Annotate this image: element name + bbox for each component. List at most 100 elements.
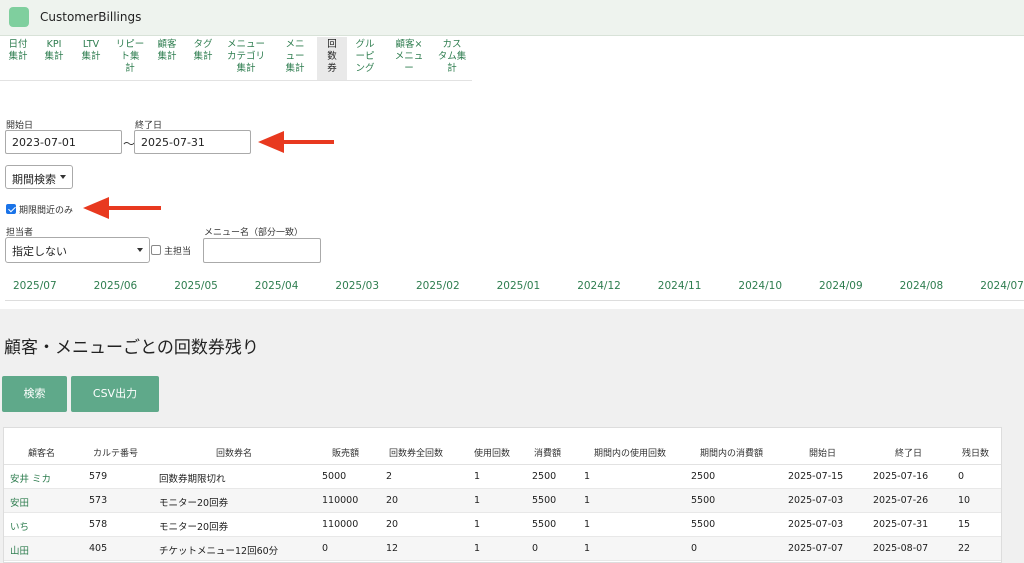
chevron-down-icon: [60, 175, 66, 179]
table-header-cell: 消費額: [534, 449, 562, 459]
table-cell: チケットメニュー12回60分: [159, 546, 279, 557]
customer-name-link[interactable]: 安田: [10, 495, 29, 509]
search-button[interactable]: 検索: [2, 376, 67, 412]
table-cell: 1: [474, 519, 481, 530]
customer-name-link[interactable]: 山田: [10, 543, 29, 557]
nav-tab-label: LTV: [82, 39, 100, 50]
app-title: CustomerBillings: [40, 10, 142, 24]
month-link[interactable]: 2024/10: [738, 280, 782, 292]
nav-tab-label: メニュー: [226, 39, 265, 50]
month-link[interactable]: 2024/08: [900, 280, 944, 292]
table-header-cell: 顧客名: [28, 449, 56, 459]
table-cell: 0: [958, 471, 965, 482]
table-cell: 1: [474, 495, 481, 506]
nav-tab[interactable]: グル ーピ ング: [346, 37, 384, 81]
month-link[interactable]: 2024/07: [980, 280, 1024, 292]
nav-tab-label: ーピ: [355, 51, 375, 62]
table-cell: 110000: [322, 519, 359, 530]
end-date-input[interactable]: 2025-07-31: [134, 130, 251, 154]
table-cell: 2025-07-03: [788, 519, 844, 530]
month-link[interactable]: 2025/02: [416, 280, 460, 292]
nav-tab-label: 集計: [236, 63, 256, 74]
table-header-cell: 期間内の消費額: [700, 449, 764, 459]
near-expiry-checkbox[interactable]: [6, 204, 16, 214]
start-date-input[interactable]: 2023-07-01: [5, 130, 122, 154]
table-cell: 20: [386, 519, 399, 530]
table-row: 安田 573 モニター20回券 110000 20 1 5500 1 5500 2025-07-0…: [4, 489, 1001, 513]
month-link[interactable]: 2025/05: [174, 280, 218, 292]
month-link[interactable]: 2025/06: [94, 280, 138, 292]
nav-tab[interactable]: メニ ュー 集計: [280, 37, 310, 81]
table-header-cell: 回数券名: [216, 449, 253, 459]
table-cell: 20: [386, 495, 399, 506]
nav-tab-label: 顧客: [157, 39, 177, 50]
month-link[interactable]: 2024/09: [819, 280, 863, 292]
nav-tab-label: リピー: [115, 39, 145, 50]
table-cell: 2025-07-16: [873, 471, 929, 482]
nav-tab-label: 集計: [193, 51, 213, 62]
table-cell: 1: [584, 543, 591, 554]
month-link[interactable]: 2024/12: [577, 280, 621, 292]
month-link[interactable]: 2024/11: [658, 280, 702, 292]
table-cell: モニター20回券: [159, 498, 229, 509]
nav-tab-label: グル: [355, 39, 375, 50]
nav-tab-label: 集計: [157, 51, 177, 62]
table-cell: 579: [89, 471, 108, 482]
main-staff-checkbox[interactable]: [151, 245, 161, 255]
table-cell: 578: [89, 519, 108, 530]
nav-tab-label: 集計: [81, 51, 101, 62]
staff-select[interactable]: 指定しない: [5, 237, 150, 263]
table-cell: 2500: [691, 471, 716, 482]
table-cell: 0: [691, 543, 698, 554]
table-cell: 5500: [532, 519, 557, 530]
table-cell: 1: [584, 519, 591, 530]
table-cell: 1: [474, 543, 481, 554]
month-divider: [5, 300, 1024, 301]
nav-tab-label: 計: [447, 63, 457, 74]
table-cell: 1: [584, 495, 591, 506]
table-row: いち 578 モニター20回券 110000 20 1 5500 1 5500 2025-07-0…: [4, 513, 1001, 537]
nav-tab-label: KPI: [46, 39, 62, 50]
chevron-down-icon: [137, 248, 143, 252]
nav-tab-label: タム集: [437, 51, 467, 62]
csv-export-button[interactable]: CSV出力: [71, 376, 159, 412]
month-link[interactable]: 2025/03: [335, 280, 379, 292]
nav-tab[interactable]: タグ 集計: [189, 37, 217, 81]
nav-tab-label: メニ: [285, 39, 305, 50]
nav-tab[interactable]: リピー ト集計: [112, 37, 148, 81]
nav-tab-label: ー: [404, 63, 414, 74]
nav-tab[interactable]: 顧客 集計: [153, 37, 181, 81]
table-cell: 12: [386, 543, 399, 554]
nav-tab-label: カス: [442, 39, 462, 50]
table-header-cell: 使用回数: [474, 449, 511, 459]
near-expiry-label: 期限間近のみ: [19, 206, 74, 216]
nav-tab[interactable]: メニュー カテゴリ 集計: [224, 37, 268, 81]
red-arrow-icon: [258, 131, 334, 153]
table-cell: 5500: [691, 519, 716, 530]
nav-tab[interactable]: 顧客× メニュー: [389, 37, 429, 81]
month-link[interactable]: 2025/01: [497, 280, 541, 292]
month-link[interactable]: 2025/04: [255, 280, 299, 292]
nav-tab-label: 集計: [44, 51, 64, 62]
customer-name-link[interactable]: いち: [10, 519, 29, 533]
section-title: 顧客・メニューごとの回数券残り: [4, 338, 259, 358]
red-arrow-icon: [83, 197, 161, 219]
nav-tab[interactable]: 回数券: [317, 37, 347, 81]
table-cell: 5000: [322, 471, 347, 482]
table-cell: 405: [89, 543, 108, 554]
nav-tab[interactable]: KPI 集計: [40, 37, 68, 81]
customer-name-link[interactable]: 安井 ミカ: [10, 471, 51, 485]
table-cell: 0: [532, 543, 539, 554]
nav-tab[interactable]: 日付 集計: [4, 37, 32, 81]
month-link[interactable]: 2025/07: [13, 280, 57, 292]
table-header-cell: 開始日: [809, 449, 837, 459]
nav-tab[interactable]: LTV 集計: [77, 37, 105, 81]
table-cell: 22: [958, 543, 971, 554]
nav-tab-label: 顧客×: [395, 39, 423, 50]
table-cell: 15: [958, 519, 971, 530]
menu-name-input[interactable]: [203, 238, 321, 263]
period-search-label: 期間検索: [12, 173, 56, 186]
table-cell: 2025-07-15: [788, 471, 844, 482]
period-search-dropdown[interactable]: 期間検索: [5, 165, 73, 189]
nav-tab[interactable]: カス タム集計: [433, 37, 471, 81]
